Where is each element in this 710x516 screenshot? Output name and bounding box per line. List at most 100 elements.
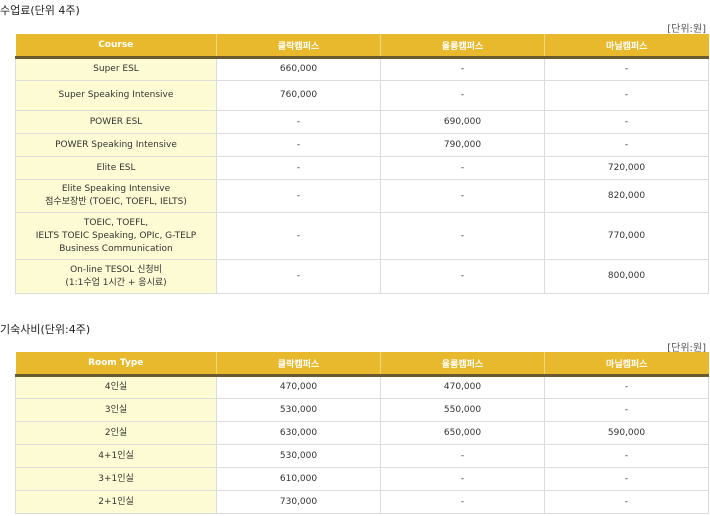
price-cell: 730,000 <box>216 490 381 514</box>
price-cell: 610,000 <box>216 467 381 491</box>
row-name-cell: 2+1인실 <box>15 490 217 514</box>
price-cell: 790,000 <box>380 133 545 157</box>
row-name-line: On-line TESOL 신청비 <box>70 264 162 275</box>
price-cell: 470,000 <box>216 375 381 399</box>
row-name-line: Super ESL <box>93 64 139 74</box>
table-row: Super ESL 660,000- - <box>15 57 709 81</box>
price-cell: 720,000 <box>544 156 709 180</box>
row-name-cell: POWER Speaking Intensive <box>15 133 217 157</box>
price-cell: - <box>216 110 381 134</box>
table-row: Elite Speaking Intensive 점수보장반 (TOEIC, TO… <box>15 179 709 213</box>
price-cell: 820,000 <box>544 179 709 213</box>
table-row: 4+1인실 530,000- - <box>15 444 709 468</box>
price-cell: - <box>380 57 545 81</box>
price-cell: 770,000 <box>544 212 709 260</box>
table-row: 3인실 530,000 550,000- <box>15 398 709 422</box>
row-name-line: 점수보장반 (TOEIC, TOEFL, IELTS) <box>45 197 187 207</box>
price-cell: 550,000 <box>380 398 545 422</box>
row-name-cell: 3인실 <box>15 398 217 422</box>
price-cell: 760,000 <box>216 80 381 111</box>
row-name-cell: 3+1인실 <box>15 467 217 491</box>
price-cell: - <box>544 375 709 399</box>
column-header: 마닐캠퍼스 <box>544 34 709 59</box>
price-cell: - <box>380 490 545 514</box>
table-row: Super Speaking Intensive 760,000- - <box>15 80 709 111</box>
table-row: Elite ESL - -720,000 <box>15 156 709 180</box>
price-cell: - <box>544 467 709 491</box>
price-cell: - <box>544 57 709 81</box>
row-name-cell: Super Speaking Intensive <box>15 80 217 111</box>
column-header: 마닐캠퍼스 <box>544 352 709 377</box>
tuition-section-title: 수업료(단위 4주) <box>0 4 80 17</box>
price-cell: - <box>544 110 709 134</box>
price-cell: 630,000 <box>216 421 381 445</box>
price-cell: - <box>544 444 709 468</box>
table-row: 2인실 630,000 650,000 590,000 <box>15 421 709 445</box>
column-header: Room Type <box>15 352 217 377</box>
column-header: Course <box>15 34 217 59</box>
price-cell: - <box>216 179 381 213</box>
price-cell: - <box>380 179 545 213</box>
row-name-cell: 2인실 <box>15 421 217 445</box>
dorm-table: Room Type 클락캠퍼스 올롱캠퍼스 마닐캠퍼스 4인실 470,000 470,00… <box>15 352 709 514</box>
row-name-line: 2인실 <box>104 427 128 438</box>
price-cell: - <box>380 156 545 180</box>
price-cell: - <box>544 398 709 422</box>
row-name-line: Business Communication <box>59 243 173 254</box>
row-name-cell: On-line TESOL 신청비 (1:1수업 1시간 + 응시료) <box>15 259 217 294</box>
row-name-cell: 4인실 <box>15 375 217 399</box>
price-cell: 800,000 <box>544 259 709 294</box>
price-cell: - <box>216 156 381 180</box>
table-row: TOEIC, TOEFL, IELTS TOEIC Speaking, OPIc,… <box>15 212 709 260</box>
price-cell: - <box>380 259 545 294</box>
price-cell: 660,000 <box>216 57 381 81</box>
price-cell: - <box>380 467 545 491</box>
price-cell: 530,000 <box>216 444 381 468</box>
row-name-line: POWER ESL <box>89 116 143 127</box>
price-cell: 690,000 <box>380 110 545 134</box>
price-cell: 650,000 <box>380 421 545 445</box>
price-cell: - <box>380 212 545 260</box>
column-header: 클락캠퍼스 <box>216 352 381 377</box>
row-name-line: POWER Speaking Intensive <box>55 139 177 150</box>
table-row: 4인실 470,000 470,000- <box>15 375 709 399</box>
row-name-cell: Super ESL <box>15 57 217 81</box>
price-cell: - <box>216 212 381 260</box>
row-name-line: 2+1인실 <box>98 496 134 507</box>
table-row: On-line TESOL 신청비 (1:1수업 1시간 + 응시료) - -800,… <box>15 259 709 294</box>
price-cell: - <box>380 444 545 468</box>
table-row: 3+1인실 610,000- - <box>15 467 709 491</box>
price-cell: - <box>544 133 709 157</box>
price-cell: - <box>544 490 709 514</box>
price-cell: 470,000 <box>380 375 545 399</box>
row-name-line: 3인실 <box>104 404 128 415</box>
price-cell: - <box>544 80 709 111</box>
price-cell: - <box>216 259 381 294</box>
row-name-line: 3+1인실 <box>98 473 134 484</box>
row-name-line: Super Speaking Intensive <box>58 90 174 100</box>
price-cell: 530,000 <box>216 398 381 422</box>
price-cell: 590,000 <box>544 421 709 445</box>
row-name-cell: Elite ESL <box>15 156 217 180</box>
row-name-cell: POWER ESL <box>15 110 217 134</box>
row-name-line: Elite ESL <box>96 162 136 173</box>
dorm-section-title: 기숙사비(단위:4주) <box>0 323 91 336</box>
row-name-cell: TOEIC, TOEFL, IELTS TOEIC Speaking, OPIc,… <box>15 212 217 260</box>
row-name-cell: 4+1인실 <box>15 444 217 468</box>
column-header: 올롱캠퍼스 <box>380 352 545 377</box>
row-name-line: 4+1인실 <box>98 450 134 461</box>
row-name-line: IELTS TOEIC Speaking, OPIc, G-TELP <box>35 230 197 241</box>
tuition-table: Course 클락캠퍼스 올롱캠퍼스 마닐캠퍼스 Super ESL 660,000- - S… <box>15 34 709 294</box>
row-name-line: 4인실 <box>104 382 128 392</box>
table-row: 2+1인실 730,000- - <box>15 490 709 514</box>
column-header: 클락캠퍼스 <box>216 34 381 59</box>
tuition-unit-label: [단위:원] <box>667 24 706 35</box>
row-name-line: Elite Speaking Intensive <box>61 184 171 194</box>
column-header: 올롱캠퍼스 <box>380 34 545 59</box>
row-name-line: TOEIC, TOEFL, <box>83 217 149 228</box>
row-name-cell: Elite Speaking Intensive 점수보장반 (TOEIC, TO… <box>15 179 217 213</box>
price-cell: - <box>216 133 381 157</box>
table-row: POWER ESL -690,000- <box>15 110 709 134</box>
row-name-line: (1:1수업 1시간 + 응시료) <box>65 277 167 288</box>
price-cell: - <box>380 80 545 111</box>
